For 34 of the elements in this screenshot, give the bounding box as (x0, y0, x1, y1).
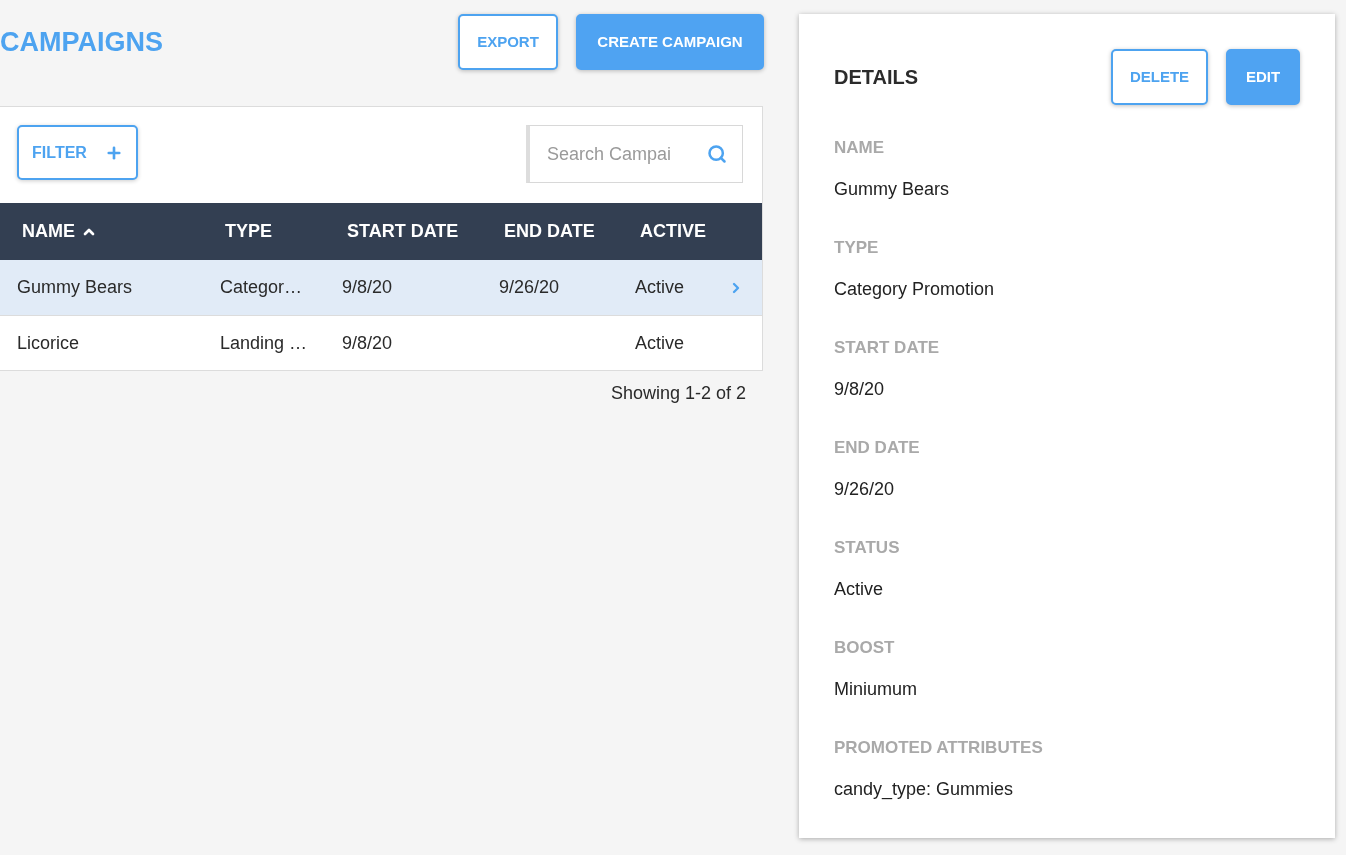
field-value: Miniumum (834, 678, 917, 701)
field-label: BOOST (834, 637, 895, 659)
table-cell-text: Categor… (220, 276, 303, 299)
field-value: Gummy Bears (834, 178, 950, 201)
field-value: 9/26/20 (834, 478, 895, 501)
field-label: NAME (834, 137, 885, 159)
field-label: END DATE (834, 437, 920, 459)
field-label: STATUS (834, 537, 900, 559)
table-cell-text: Landing … (220, 331, 308, 355)
table-row[interactable]: Gummy Bears Categor… 9/8/20 9/26/20 Active (0, 260, 762, 315)
column-header[interactable]: START DATE (325, 218, 482, 245)
field-label: PROMOTED ATTRIBUTES (834, 737, 1043, 759)
column-header[interactable]: NAME (0, 218, 203, 245)
search-icon (707, 144, 727, 164)
table-cell-text: Active (635, 276, 685, 299)
field-label: START DATE (834, 337, 940, 359)
search-field[interactable]: Search Campai (526, 125, 743, 183)
field-value: candy_type: Gummies (834, 778, 1014, 801)
field-value: Active (834, 578, 884, 601)
page-title: CAMPAIGNS (0, 28, 163, 56)
table-cell-text: Licorice (17, 331, 80, 355)
table-cell-text: Active (635, 331, 685, 355)
column-header[interactable]: TYPE (203, 218, 325, 245)
column-header[interactable]: END DATE (482, 218, 618, 245)
table-cell-text: 9/26/20 (499, 276, 560, 299)
table-cell-text: 9/8/20 (342, 331, 393, 355)
column-header[interactable]: ACTIVE (618, 218, 762, 245)
field-value: Category Promotion (834, 278, 995, 301)
pagination-text: Showing 1-2 of 2 (610, 382, 746, 405)
table-cell-text: Gummy Bears (17, 276, 133, 299)
field-label: TYPE (834, 237, 879, 259)
field-value: 9/8/20 (834, 378, 885, 401)
details-title: DETAILS (834, 65, 919, 90)
table-cell-text: 9/8/20 (342, 276, 393, 299)
